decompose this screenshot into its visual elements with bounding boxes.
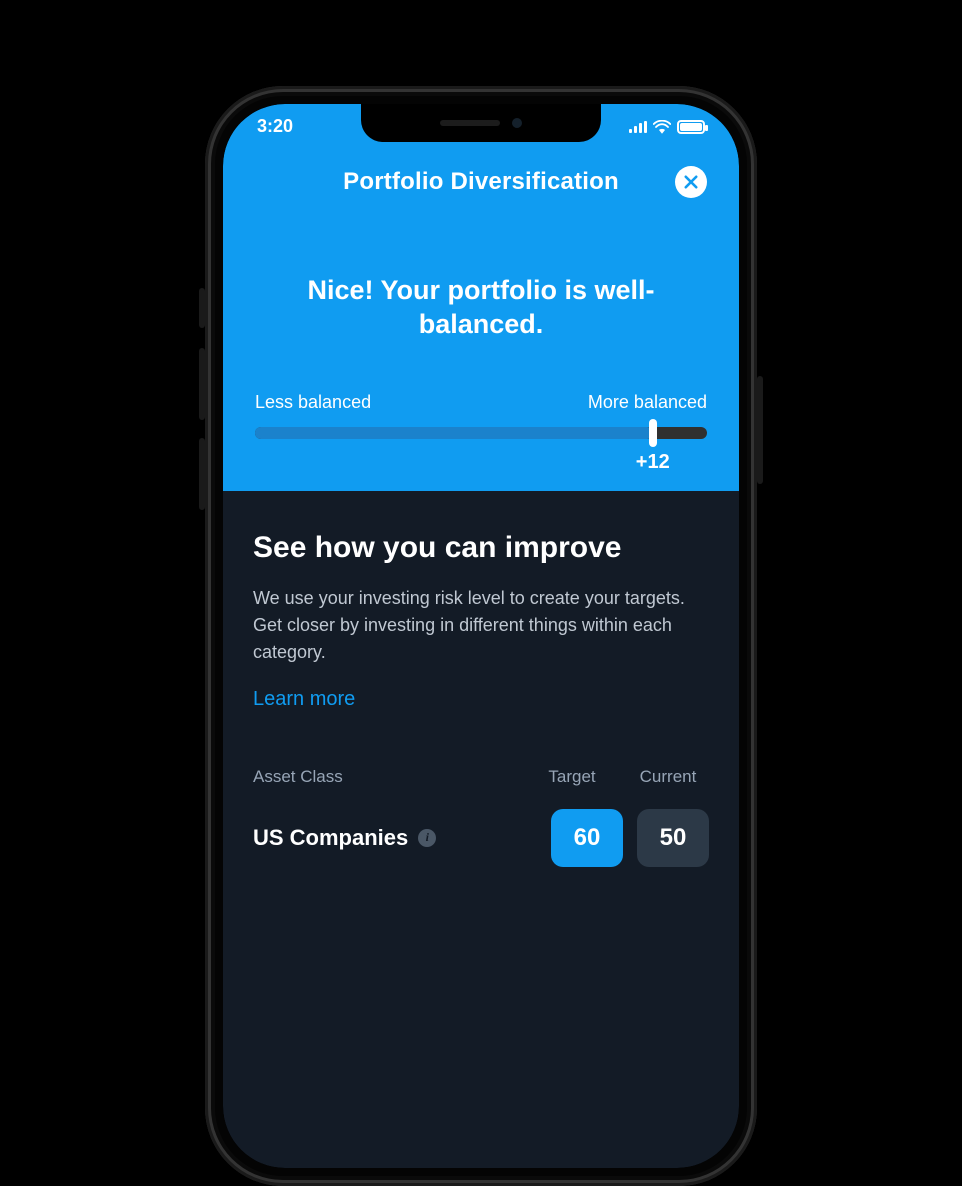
asset-class-name: US Companies i xyxy=(253,825,551,851)
column-current: Current xyxy=(627,767,709,787)
slider-label-left: Less balanced xyxy=(255,392,371,413)
speaker-grille xyxy=(440,120,500,126)
side-button-vol-down xyxy=(199,438,205,510)
balance-slider-value: +12 xyxy=(636,451,670,474)
side-button-vol-up xyxy=(199,348,205,420)
page-title: Portfolio Diversification xyxy=(343,168,619,196)
close-icon xyxy=(682,173,700,191)
allocation-row: US Companies i 6050 xyxy=(253,809,709,867)
current-value-chip[interactable]: 50 xyxy=(637,809,709,867)
front-camera xyxy=(512,118,522,128)
learn-more-link[interactable]: Learn more xyxy=(253,688,709,711)
balance-slider[interactable]: +12 xyxy=(255,427,707,439)
target-value-chip[interactable]: 60 xyxy=(551,809,623,867)
improve-title: See how you can improve xyxy=(253,531,709,565)
improve-panel: See how you can improve We use your inve… xyxy=(223,491,739,1169)
balance-slider-thumb[interactable] xyxy=(649,419,657,447)
wifi-icon xyxy=(653,120,671,134)
close-button[interactable] xyxy=(675,166,707,198)
column-target: Target xyxy=(531,767,613,787)
column-asset-class: Asset Class xyxy=(253,767,531,787)
notch xyxy=(361,104,601,142)
phone-frame: 3:20 Portfolio Diversification xyxy=(205,86,757,1186)
balance-slider-labels: Less balanced More balanced xyxy=(255,392,707,413)
info-icon[interactable]: i xyxy=(418,829,436,847)
improve-description: We use your investing risk level to crea… xyxy=(253,585,709,666)
side-button-mute xyxy=(199,288,205,328)
status-time: 3:20 xyxy=(257,116,293,137)
balance-slider-fill xyxy=(255,427,653,439)
side-button-power xyxy=(757,376,763,484)
allocation-table-header: Asset Class Target Current xyxy=(253,767,709,787)
summary-panel: Portfolio Diversification Nice! Your por… xyxy=(223,104,739,491)
summary-headline: Nice! Your portfolio is well-balanced. xyxy=(255,274,707,342)
asset-class-label: US Companies xyxy=(253,825,408,851)
slider-label-right: More balanced xyxy=(588,392,707,413)
cellular-signal-icon xyxy=(629,121,647,133)
battery-icon xyxy=(677,120,705,134)
